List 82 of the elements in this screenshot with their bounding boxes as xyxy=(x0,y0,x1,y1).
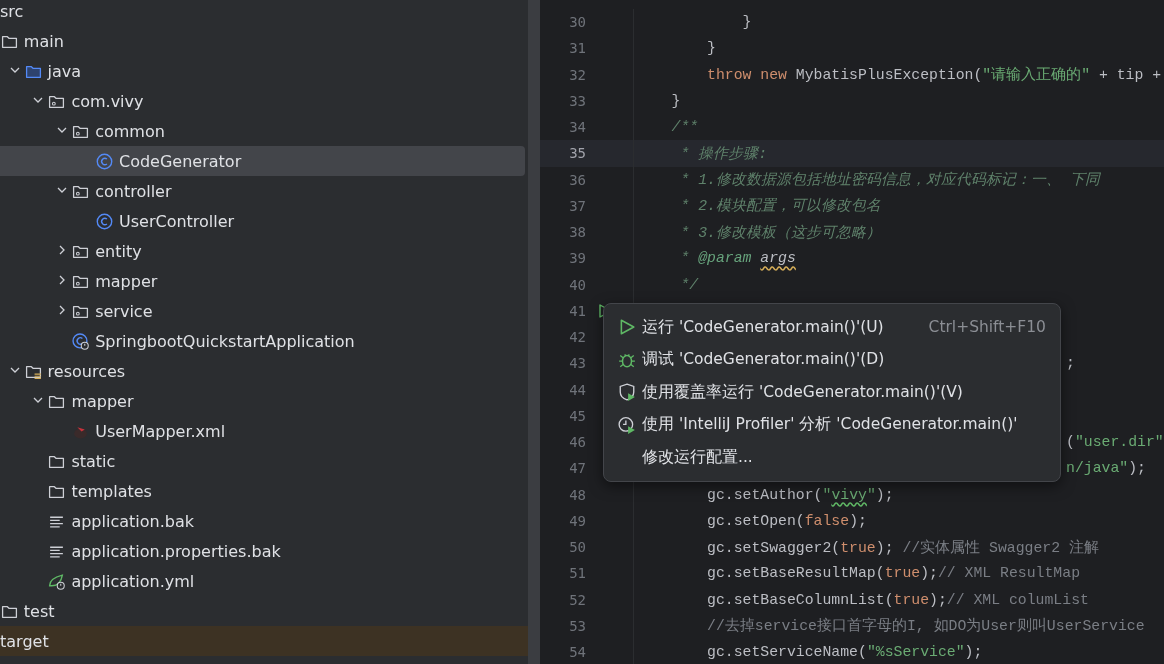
tree-item[interactable]: UserController xyxy=(0,206,525,236)
tree-item[interactable]: mapper xyxy=(0,266,525,296)
menu-item[interactable]: 调试 'CodeGenerator.main()'(D) xyxy=(614,343,1050,376)
tree-item[interactable]: application.yml xyxy=(0,566,525,596)
line-number: 47 xyxy=(568,460,586,477)
line-number: 48 xyxy=(568,486,586,503)
code-line: * 3.修改模板（这步可忽略） xyxy=(679,223,881,242)
code-line: * 1.修改数据源包括地址密码信息，对应代码标记：一、 下同 xyxy=(679,170,1100,190)
tree-item[interactable]: main xyxy=(0,26,525,56)
line-number: 32 xyxy=(568,66,586,83)
tree-item[interactable]: mapper xyxy=(0,386,525,416)
scrollbar[interactable] xyxy=(528,0,540,664)
tree-item[interactable]: SpringbootQuickstartApplication xyxy=(0,326,525,356)
line-number: 39 xyxy=(568,250,586,267)
code-line: gc.setAuthor("vivy"); xyxy=(706,486,894,503)
code-line: } xyxy=(670,92,681,109)
clock-play-icon xyxy=(618,415,636,434)
tree-item[interactable]: target xyxy=(0,626,528,656)
code-line: ; xyxy=(1065,355,1075,372)
leaf-power-icon xyxy=(48,572,66,590)
shortcut-text: Ctrl+Shift+F10 xyxy=(927,318,1046,337)
line-number: 51 xyxy=(568,565,586,582)
menu-item[interactable]: 使用 'IntelliJ Profiler' 分析 'CodeGenerator.main()' xyxy=(614,408,1050,441)
shield-play-icon xyxy=(618,383,636,402)
code-line: gc.setSwagger2(true); //实体属性 Swagger2 注解 xyxy=(706,538,1099,557)
tree-item[interactable]: service xyxy=(0,296,525,326)
class-icon xyxy=(96,212,113,230)
code-line: n/java"); xyxy=(1065,460,1146,477)
code-line: * 2.模块配置，可以修改包名 xyxy=(679,197,881,216)
menu-item[interactable]: 运行 'CodeGenerator.main()'(U) Ctrl+Shift+F10 xyxy=(614,311,1050,344)
tree-item[interactable]: com.vivy xyxy=(0,86,525,116)
class-power-icon xyxy=(72,332,90,350)
tree-item[interactable]: test xyxy=(0,596,525,626)
tree-item[interactable]: templates xyxy=(0,476,525,506)
code-line: ("user.dir" xyxy=(1065,434,1164,451)
line-number: 36 xyxy=(568,171,586,188)
line-number: 34 xyxy=(568,119,586,136)
line-number: 54 xyxy=(568,644,586,661)
code-line: gc.setBaseColumnList(true);// XML columList xyxy=(706,591,1089,608)
tree-item[interactable]: UserMapper.xml xyxy=(0,416,525,446)
line-number: 45 xyxy=(568,407,586,424)
code-line: gc.setOpen(false); xyxy=(706,512,867,529)
tree-item[interactable]: controller xyxy=(0,176,525,206)
code-line: } xyxy=(706,40,716,57)
tree-item[interactable]: common xyxy=(0,116,525,146)
line-number: 49 xyxy=(568,512,586,529)
line-number: 30 xyxy=(568,14,586,31)
menu-item[interactable]: 修改运行配置... xyxy=(614,441,1050,474)
tree-item[interactable]: CodeGenerator xyxy=(0,146,525,176)
line-number: 53 xyxy=(568,617,586,634)
code-line: /** xyxy=(670,119,699,136)
line-number: 52 xyxy=(568,591,586,608)
code-line: * 操作步骤: xyxy=(679,144,768,163)
tree-item[interactable]: src xyxy=(0,0,525,26)
code-line: } xyxy=(741,14,752,31)
line-number: 38 xyxy=(568,224,586,241)
line-number: 42 xyxy=(568,329,586,346)
tree-item[interactable]: application.bak xyxy=(0,506,525,536)
tree-item[interactable]: java xyxy=(0,56,525,86)
line-number: 31 xyxy=(568,40,586,57)
line-number: 35 xyxy=(568,145,586,162)
class-icon xyxy=(96,152,113,170)
code-line: gc.setBaseResultMap(true);// XML ResultMap xyxy=(706,565,1080,582)
play-icon xyxy=(618,318,636,337)
line-number: 33 xyxy=(568,92,586,109)
line-number: 46 xyxy=(568,434,586,451)
line-number: 44 xyxy=(568,381,586,398)
line-number: 37 xyxy=(568,197,586,214)
tree-item[interactable]: static xyxy=(0,446,525,476)
code-line: */ xyxy=(679,276,699,293)
code-line: //去掉service接口首字母的I, 如DO为User则叫UserService xyxy=(706,616,1145,636)
code-line: throw new MybatisPlusException("请输入正确的" + tip + xyxy=(706,65,1162,85)
code-line: gc.setServiceName("%sService"); xyxy=(706,644,983,661)
tree-item[interactable]: resources xyxy=(0,356,525,386)
line-number: 41 xyxy=(568,302,586,319)
tree-item[interactable]: application.properties.bak xyxy=(0,536,525,566)
line-number: 50 xyxy=(568,539,586,556)
tree-item[interactable]: entity xyxy=(0,236,525,266)
menu-item[interactable]: 使用覆盖率运行 'CodeGenerator.main()'(V) xyxy=(614,376,1050,409)
line-number: 43 xyxy=(568,355,586,372)
line-number: 40 xyxy=(568,276,586,293)
code-line: * @param args xyxy=(679,250,796,267)
